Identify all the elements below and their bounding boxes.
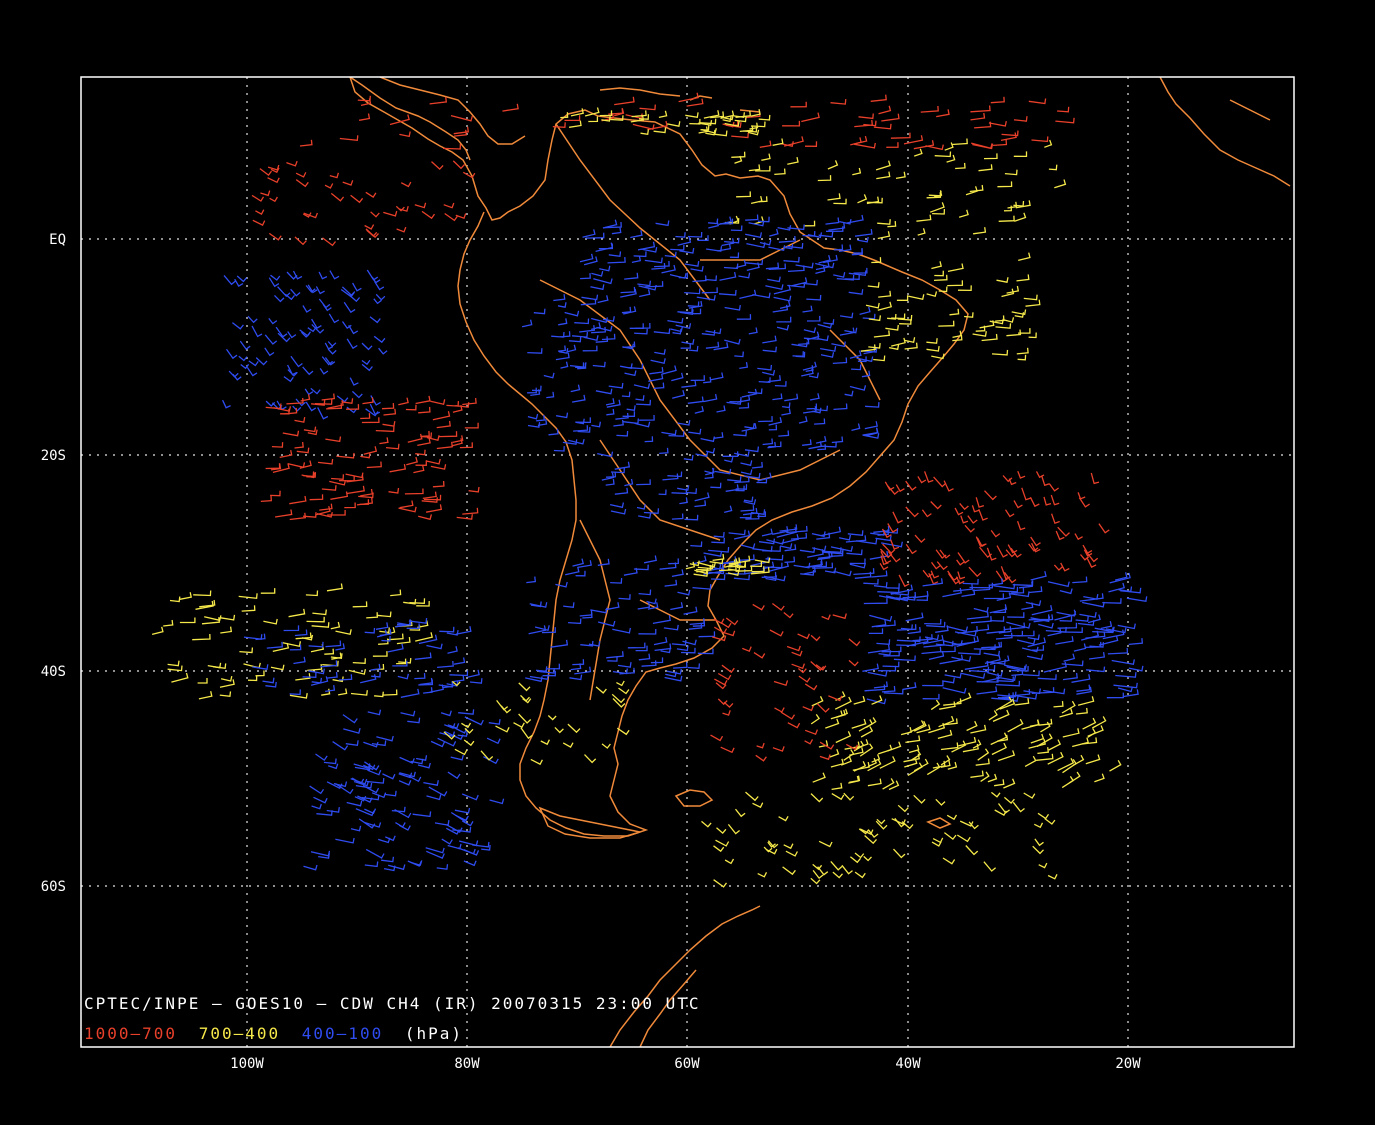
legend-low-level: 1000—700 <box>84 1024 177 1043</box>
legend-high-level: 400—100 <box>302 1024 383 1043</box>
lat-tick-60s: 60S <box>41 879 66 895</box>
lon-tick-100w: 100W <box>230 1056 264 1072</box>
legend-mid-level: 700—400 <box>199 1024 280 1043</box>
lon-tick-40w: 40W <box>895 1056 921 1072</box>
lon-tick-60w: 60W <box>674 1056 700 1072</box>
lon-tick-80w: 80W <box>454 1056 480 1072</box>
lon-tick-20w: 20W <box>1115 1056 1141 1072</box>
lat-tick-40s: 40S <box>41 664 66 680</box>
lat-tick-eq: EQ <box>49 232 66 248</box>
legend-unit: (hPa) <box>405 1024 463 1043</box>
lat-tick-20s: 20S <box>41 448 66 464</box>
wind-map: 100W 80W 60W 40W 20W EQ 20S 40S 60S CPTE… <box>0 0 1375 1125</box>
pressure-legend: 1000—700 700—400 400—100 (hPa) <box>84 1024 463 1043</box>
map-caption: CPTEC/INPE — GOES10 — CDW CH4 (IR) 20070… <box>84 994 701 1013</box>
